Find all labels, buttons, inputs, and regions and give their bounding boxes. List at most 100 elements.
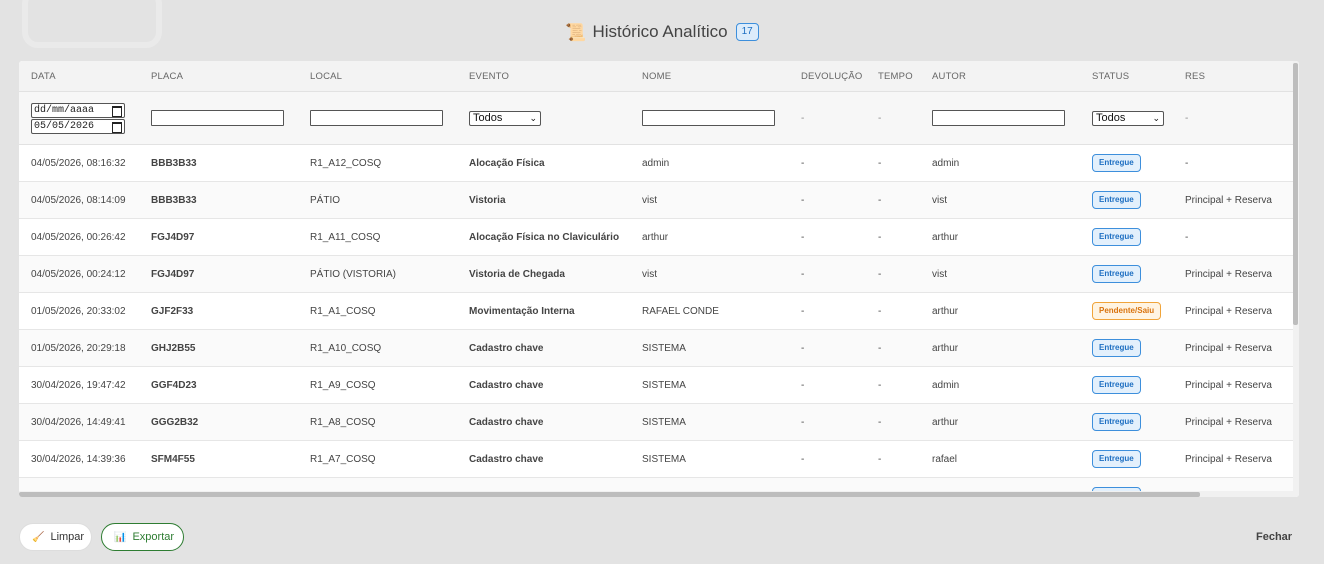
- chevron-down-icon: ⌄: [1152, 112, 1160, 123]
- clear-filters-button[interactable]: 🧹 Limpar: [19, 523, 92, 551]
- history-table: DATA PLACA LOCAL EVENTO NOME DEVOLUÇÃO T…: [19, 61, 1293, 497]
- cell-devolucao: -: [789, 403, 866, 441]
- table-header-row: DATA PLACA LOCAL EVENTO NOME DEVOLUÇÃO T…: [19, 61, 1293, 92]
- status-filter-cell: Todos ⌄: [1080, 91, 1173, 145]
- evento-filter-select[interactable]: Todos ⌄: [469, 110, 541, 126]
- col-header-res: RES: [1173, 61, 1293, 92]
- close-button[interactable]: Fechar: [1256, 531, 1292, 543]
- col-header-autor: AUTOR: [920, 61, 1080, 92]
- broom-icon: 🧹: [32, 531, 45, 543]
- cell-status: Entregue: [1080, 440, 1173, 478]
- cell-tempo: -: [866, 292, 920, 330]
- status-badge: Entregue: [1092, 339, 1141, 357]
- tempo-filter-placeholder: -: [866, 91, 920, 145]
- cell-tempo: -: [866, 440, 920, 478]
- cell-nome: SISTEMA: [630, 403, 789, 441]
- cell-data: 30/04/2026, 14:49:41: [19, 403, 139, 441]
- cell-tempo: -: [866, 181, 920, 219]
- history-table-container[interactable]: DATA PLACA LOCAL EVENTO NOME DEVOLUÇÃO T…: [19, 61, 1299, 497]
- vertical-scrollbar[interactable]: [1293, 61, 1299, 497]
- cell-nome: SISTEMA: [630, 440, 789, 478]
- table-row[interactable]: 30/04/2026, 19:47:42 GGF4D23 R1_A9_COSQ Cad…: [19, 366, 1293, 404]
- table-row[interactable]: 04/05/2026, 08:14:09 BBB3B33 PÁTIO Vistoria…: [19, 181, 1293, 219]
- table-row[interactable]: 04/05/2026, 08:16:32 BBB3B33 R1_A12_COSQ Al…: [19, 144, 1293, 182]
- status-badge: Entregue: [1092, 154, 1141, 172]
- date-to-input[interactable]: 05/05/2026: [31, 118, 125, 134]
- table-row[interactable]: 04/05/2026, 00:26:42 FGJ4D97 R1_A11_COSQ Al…: [19, 218, 1293, 256]
- cell-placa: FGJ4D97: [139, 255, 298, 293]
- table-row[interactable]: 01/05/2026, 20:33:02 GJF2F33 R1_A1_COSQ Mov…: [19, 292, 1293, 330]
- cell-res: Principal + Reserva: [1173, 255, 1293, 293]
- col-header-tempo: TEMPO: [866, 61, 920, 92]
- cell-tempo: -: [866, 144, 920, 182]
- table-row[interactable]: 01/05/2026, 20:29:18 GHJ2B55 R1_A10_COSQ Ca…: [19, 329, 1293, 367]
- export-label: Exportar: [132, 531, 175, 543]
- cell-autor: vist: [920, 255, 1080, 293]
- cell-evento: Cadastro chave: [457, 403, 630, 441]
- cell-autor: arthur: [920, 218, 1080, 256]
- cell-res: -: [1173, 144, 1293, 182]
- cell-status: Entregue: [1080, 255, 1173, 293]
- chart-icon: 📊: [114, 531, 127, 543]
- cell-tempo: -: [866, 366, 920, 404]
- cell-devolucao: -: [789, 329, 866, 367]
- cell-local: PÁTIO (VISTORIA): [298, 255, 457, 293]
- table-row[interactable]: 04/05/2026, 00:24:12 FGJ4D97 PÁTIO (VISTOR…: [19, 255, 1293, 293]
- cell-devolucao: -: [789, 440, 866, 478]
- cell-status: Entregue: [1080, 366, 1173, 404]
- table-row[interactable]: 30/04/2026, 14:39:36 SFM4F55 R1_A7_COSQ Cad…: [19, 440, 1293, 478]
- vertical-scroll-thumb[interactable]: [1293, 63, 1298, 325]
- modal-title: Histórico Analítico: [592, 22, 728, 41]
- horizontal-scroll-thumb[interactable]: [19, 492, 1200, 497]
- local-filter-input[interactable]: [310, 110, 443, 126]
- cell-evento: Movimentação Interna: [457, 292, 630, 330]
- cell-status: Pendente/Saiu: [1080, 292, 1173, 330]
- cell-data: 30/04/2026, 19:47:42: [19, 366, 139, 404]
- cell-data: 01/05/2026, 20:29:18: [19, 329, 139, 367]
- evento-filter-cell: Todos ⌄: [457, 91, 630, 145]
- cell-local: R1_A9_COSQ: [298, 366, 457, 404]
- cell-tempo: -: [866, 329, 920, 367]
- cell-evento: Vistoria: [457, 181, 630, 219]
- col-header-placa: PLACA: [139, 61, 298, 92]
- cell-tempo: -: [866, 403, 920, 441]
- cell-res: Principal + Reserva: [1173, 403, 1293, 441]
- cell-devolucao: -: [789, 366, 866, 404]
- cell-autor: arthur: [920, 292, 1080, 330]
- col-header-status: STATUS: [1080, 61, 1173, 92]
- calendar-icon: [112, 121, 122, 133]
- cell-placa: GHJ2B55: [139, 329, 298, 367]
- cell-devolucao: -: [789, 181, 866, 219]
- cell-evento: Vistoria de Chegada: [457, 255, 630, 293]
- cell-devolucao: -: [789, 218, 866, 256]
- cell-nome: admin: [630, 144, 789, 182]
- cell-local: R1_A1_COSQ: [298, 292, 457, 330]
- horizontal-scrollbar[interactable]: [19, 491, 1293, 497]
- cell-nome: vist: [630, 181, 789, 219]
- placa-filter-input[interactable]: [151, 110, 284, 126]
- nome-filter-input[interactable]: [642, 110, 775, 126]
- status-filter-select[interactable]: Todos ⌄: [1092, 110, 1164, 126]
- cell-status: Entregue: [1080, 144, 1173, 182]
- nome-filter-cell: [630, 91, 789, 145]
- col-header-local: LOCAL: [298, 61, 457, 92]
- cell-res: -: [1173, 218, 1293, 256]
- cell-tempo: -: [866, 218, 920, 256]
- cell-status: Entregue: [1080, 218, 1173, 256]
- cell-res: Principal + Reserva: [1173, 292, 1293, 330]
- calendar-icon: [112, 105, 122, 117]
- cell-data: 04/05/2026, 08:16:32: [19, 144, 139, 182]
- col-header-devolucao: DEVOLUÇÃO: [789, 61, 866, 92]
- cell-placa: FGJ4D97: [139, 218, 298, 256]
- cell-autor: admin: [920, 144, 1080, 182]
- export-button[interactable]: 📊 Exportar: [101, 523, 184, 551]
- cell-status: Entregue: [1080, 181, 1173, 219]
- cell-placa: BBB3B33: [139, 181, 298, 219]
- table-row[interactable]: 30/04/2026, 14:49:41 GGG2B32 R1_A8_COSQ Cad…: [19, 403, 1293, 441]
- cell-nome: SISTEMA: [630, 366, 789, 404]
- autor-filter-input[interactable]: [932, 110, 1065, 126]
- cell-placa: GJF2F33: [139, 292, 298, 330]
- date-from-input[interactable]: dd/mm/aaaa: [31, 102, 125, 118]
- cell-placa: SFM4F55: [139, 440, 298, 478]
- modal-header: 📜 Histórico Analítico 17: [0, 20, 1324, 44]
